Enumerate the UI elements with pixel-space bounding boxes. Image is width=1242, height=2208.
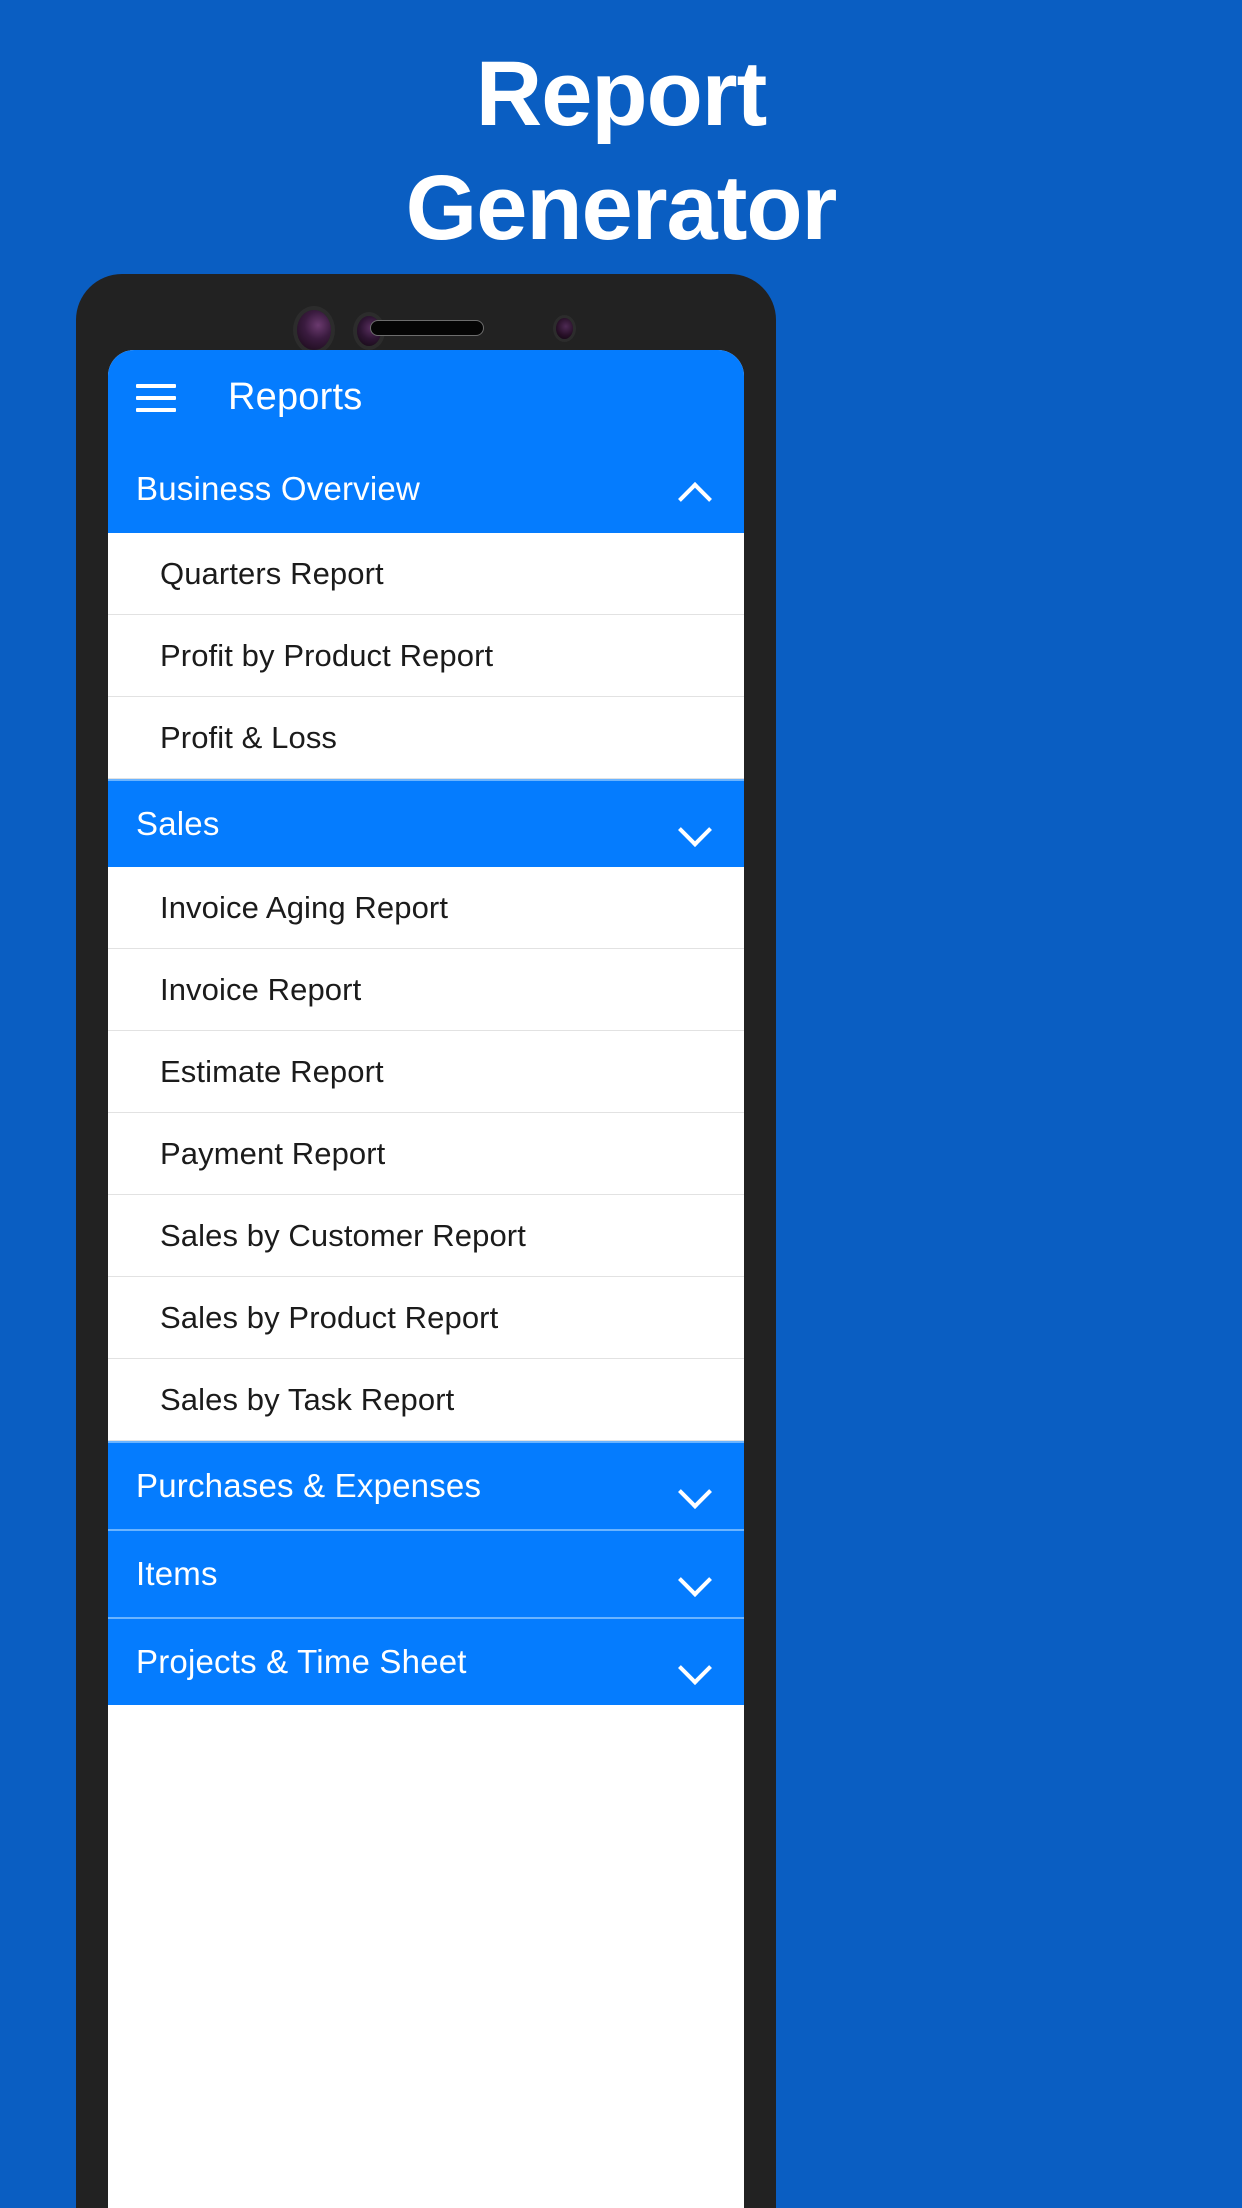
section-header-items[interactable]: Items	[108, 1529, 744, 1617]
list-item[interactable]: Quarters Report	[108, 533, 744, 615]
section-header-purchases-expenses[interactable]: Purchases & Expenses	[108, 1441, 744, 1529]
section-header-label: Sales	[136, 805, 220, 842]
list-item[interactable]: Estimate Report	[108, 1031, 744, 1113]
chevron-down-icon[interactable]	[680, 1477, 710, 1495]
list-item-label: Invoice Report	[160, 971, 362, 1007]
app-bar: Reports	[108, 350, 744, 445]
section-header-business-overview[interactable]: Business Overview	[108, 445, 744, 533]
list-item-label: Profit by Product Report	[160, 637, 494, 673]
list-item-label: Profit & Loss	[160, 719, 338, 755]
list-item-label: Sales by Product Report	[160, 1299, 499, 1335]
page-corner-artifact	[671, 2176, 744, 2208]
app-bar-title: Reports	[228, 376, 363, 418]
front-camera-icon	[297, 310, 331, 350]
list-item[interactable]: Invoice Aging Report	[108, 867, 744, 949]
list-item[interactable]: Sales by Customer Report	[108, 1195, 744, 1277]
list-item-label: Estimate Report	[160, 1053, 384, 1089]
hamburger-icon[interactable]	[136, 383, 176, 412]
list-item[interactable]: Invoice Report	[108, 949, 744, 1031]
section-header-label: Business Overview	[136, 470, 420, 507]
list-item-label: Payment Report	[160, 1135, 386, 1171]
list-item[interactable]: Profit & Loss	[108, 697, 744, 779]
chevron-down-icon[interactable]	[680, 1565, 710, 1583]
section-header-label: Items	[136, 1555, 218, 1592]
phone-screen: Reports Business Overview Quarters Report…	[108, 350, 744, 2208]
chevron-down-icon[interactable]	[680, 815, 710, 833]
report-section-list: Business Overview Quarters Report Profit b…	[108, 445, 744, 1705]
section-header-label: Purchases & Expenses	[136, 1467, 482, 1504]
list-item[interactable]: Profit by Product Report	[108, 615, 744, 697]
sensor-dot-icon	[556, 318, 573, 339]
promo-title: Report Generator	[0, 48, 1242, 254]
list-item[interactable]: Sales by Product Report	[108, 1277, 744, 1359]
section-header-projects-time-sheet[interactable]: Projects & Time Sheet	[108, 1617, 744, 1705]
list-item-label: Sales by Task Report	[160, 1381, 455, 1417]
earpiece-speaker-icon	[370, 320, 484, 336]
promo-title-line-1: Report	[475, 43, 767, 145]
chevron-up-icon[interactable]	[680, 480, 710, 498]
list-item-label: Quarters Report	[160, 555, 384, 591]
phone-device-mockup: Reports Business Overview Quarters Report…	[76, 274, 776, 2208]
list-item[interactable]: Sales by Task Report	[108, 1359, 744, 1441]
list-item-label: Invoice Aging Report	[160, 889, 449, 925]
section-header-label: Projects & Time Sheet	[136, 1643, 467, 1680]
promo-title-line-2: Generator	[405, 157, 838, 259]
list-item[interactable]: Payment Report	[108, 1113, 744, 1195]
section-header-sales[interactable]: Sales	[108, 779, 744, 867]
chevron-down-icon[interactable]	[680, 1653, 710, 1671]
list-item-label: Sales by Customer Report	[160, 1217, 526, 1253]
